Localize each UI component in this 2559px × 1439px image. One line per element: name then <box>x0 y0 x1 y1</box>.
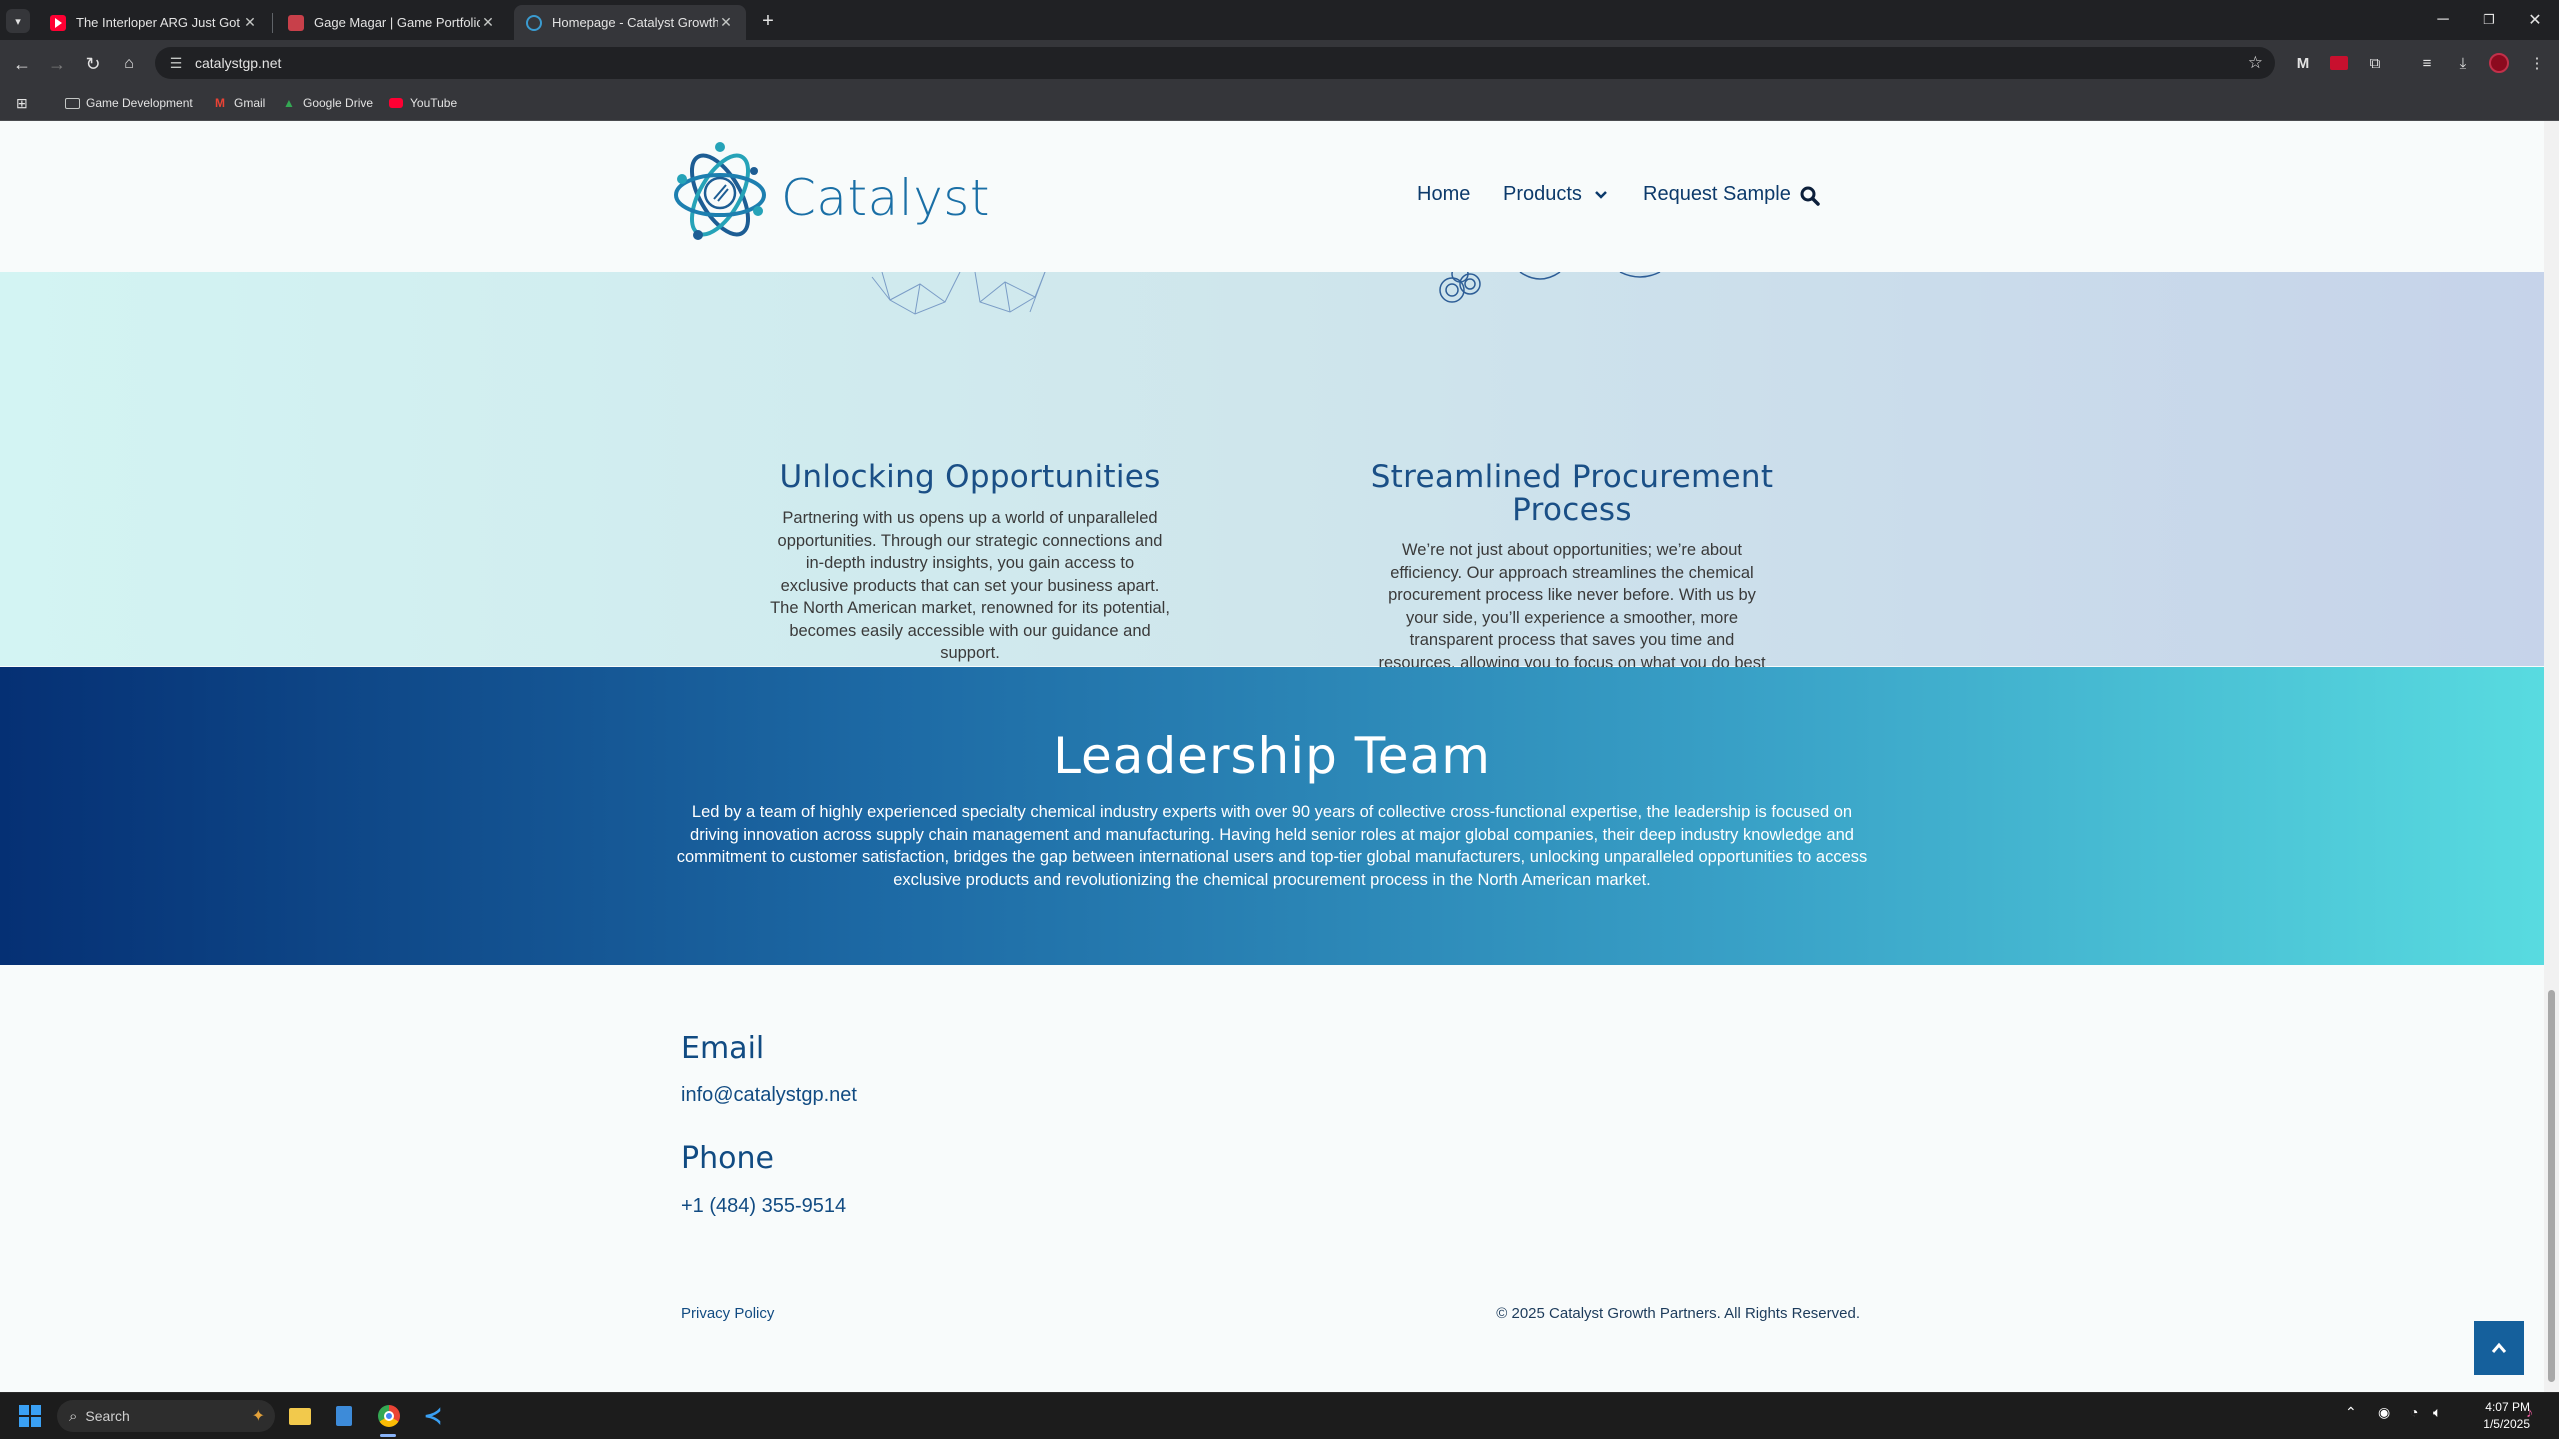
extension-m-icon[interactable]: M <box>2288 48 2318 78</box>
show-hidden-icons-chevron-icon[interactable]: ⌃ <box>2345 1404 2357 1421</box>
chevron-up-icon <box>2491 1342 2507 1353</box>
new-tab-button[interactable]: + <box>756 9 780 33</box>
search-highlight-icon: ✦ <box>251 1408 265 1425</box>
volume-icon[interactable]: 🔈︎ <box>2433 1404 2441 1421</box>
tab-separator <box>272 13 273 33</box>
email-link[interactable]: info@catalystgp.net <box>681 1084 857 1107</box>
bookmark-star-icon[interactable]: ☆ <box>2248 53 2263 73</box>
feature-body-unlocking: Partnering with us opens up a world of u… <box>770 509 1170 662</box>
windows-start-icon[interactable] <box>12 1398 48 1434</box>
gmail-icon: M <box>215 96 225 110</box>
back-button[interactable]: ← <box>8 50 36 78</box>
close-tab-icon[interactable]: ✕ <box>480 14 496 31</box>
leadership-title: Leadership Team <box>1053 727 1491 785</box>
browser-tab-portfolio[interactable]: Gage Magar | Game Portfolio ✕ <box>276 5 508 40</box>
nav-products-dropdown[interactable]: Products <box>1503 183 1608 206</box>
home-button[interactable]: ⌂ <box>115 50 143 78</box>
tab-search-button[interactable]: ▾ <box>6 9 30 33</box>
notification-bell-icon[interactable]: ♪ <box>2526 1404 2533 1420</box>
page-scrollbar-thumb[interactable] <box>2548 990 2555 1382</box>
browser-tab-catalyst[interactable]: Homepage - Catalyst Growth P ✕ <box>514 5 746 40</box>
bookmark-gmail[interactable]: M Gmail <box>212 92 265 114</box>
forward-button[interactable]: → <box>43 50 71 78</box>
catalyst-logo-icon[interactable] <box>670 139 770 251</box>
discord-tray-icon[interactable]: ◉ <box>2378 1404 2390 1421</box>
copyright-text: © 2025 Catalyst Growth Partners. All Rig… <box>1496 1305 1860 1322</box>
vscode-icon[interactable]: ≺ <box>415 1398 451 1434</box>
close-tab-icon[interactable]: ✕ <box>718 14 734 31</box>
youtube-icon <box>388 96 404 110</box>
site-logo-text[interactable]: Catalyst <box>781 169 990 227</box>
web-page-viewport: Unlocking Opportunities Partnering with … <box>0 121 2544 1392</box>
close-window-button[interactable]: ✕ <box>2512 0 2558 40</box>
google-drive-icon: ▲ <box>283 96 295 110</box>
back-to-top-button[interactable] <box>2474 1321 2524 1375</box>
restore-window-button[interactable]: ❐ <box>2466 0 2512 40</box>
wireframe-hands-illustration <box>871 272 1046 315</box>
taskbar-search-box[interactable]: ⌕ Search ✦ <box>57 1400 275 1432</box>
search-icon[interactable] <box>1800 186 1820 206</box>
bookmark-google-drive[interactable]: ▲ Google Drive <box>281 92 373 114</box>
address-bar[interactable]: ☰ catalystgp.net ☆ <box>155 47 2275 79</box>
browser-tab-interloper[interactable]: The Interloper ARG Just Got Mu ✕ <box>38 5 270 40</box>
notepad-icon[interactable] <box>326 1398 362 1434</box>
folder-icon <box>64 96 80 110</box>
molecules-illustration <box>1439 272 1661 303</box>
extensions-puzzle-icon[interactable]: ⧉ <box>2360 48 2390 78</box>
search-icon: ⌕ <box>69 1407 78 1425</box>
chrome-icon[interactable] <box>371 1398 407 1434</box>
profile-avatar[interactable] <box>2484 48 2514 78</box>
leadership-section: Leadership Team Led by a team of highly … <box>0 667 2544 965</box>
file-explorer-icon[interactable] <box>282 1398 318 1434</box>
nav-products-label: Products <box>1503 183 1582 205</box>
address-bar-url[interactable]: catalystgp.net <box>195 55 281 71</box>
close-tab-icon[interactable]: ✕ <box>242 14 258 31</box>
chevron-down-icon <box>1595 190 1607 199</box>
chrome-active-indicator <box>380 1434 396 1437</box>
minimize-window-button[interactable]: ─ <box>2420 0 2466 40</box>
portfolio-favicon-icon <box>288 14 304 31</box>
extension-red-icon[interactable] <box>2324 48 2354 78</box>
clock-date: 1/5/2025 <box>2483 1417 2530 1431</box>
wifi-icon[interactable]: ◔ <box>2410 1404 2418 1420</box>
reload-button[interactable]: ↻ <box>79 50 107 78</box>
nav-request-sample-link[interactable]: Request Sample <box>1643 183 1791 206</box>
email-heading: Email <box>681 1031 765 1066</box>
bookmark-game-development[interactable]: Game Development <box>64 92 193 114</box>
leadership-body: Led by a team of highly experienced spec… <box>676 803 1868 889</box>
taskbar-clock[interactable]: 4:07 PM 1/5/2025 <box>2460 1399 2530 1433</box>
bookmark-youtube[interactable]: YouTube <box>388 92 457 114</box>
clock-time: 4:07 PM <box>2485 1400 2530 1414</box>
browser-tab-strip: ▾ The Interloper ARG Just Got Mu ✕ Gage … <box>0 0 2559 40</box>
downloads-icon[interactable]: ⤓ <box>2448 48 2478 78</box>
browser-menu-icon[interactable]: ⋮ <box>2522 48 2552 78</box>
phone-link[interactable]: +1 (484) 355-9514 <box>681 1195 846 1218</box>
feature-title-unlocking: Unlocking Opportunities <box>779 459 1161 495</box>
youtube-icon <box>50 14 66 31</box>
reading-list-icon[interactable]: ≡ <box>2412 48 2442 78</box>
site-header: Catalyst Home Products Request Sample <box>0 121 2544 272</box>
nav-home-link[interactable]: Home <box>1417 183 1470 206</box>
phone-heading: Phone <box>681 1141 774 1176</box>
privacy-policy-link[interactable]: Privacy Policy <box>681 1305 774 1322</box>
features-section: Unlocking Opportunities Partnering with … <box>0 272 2544 694</box>
windows-logo-icon <box>19 1405 41 1427</box>
catalyst-favicon-icon <box>526 14 542 31</box>
feature-title-procurement: Streamlined Procurement Process <box>1370 459 1774 528</box>
bookmarks-bar <box>0 85 2559 121</box>
site-info-icon[interactable]: ☰ <box>163 55 189 72</box>
apps-grid-icon[interactable]: ⊞ <box>16 92 28 114</box>
